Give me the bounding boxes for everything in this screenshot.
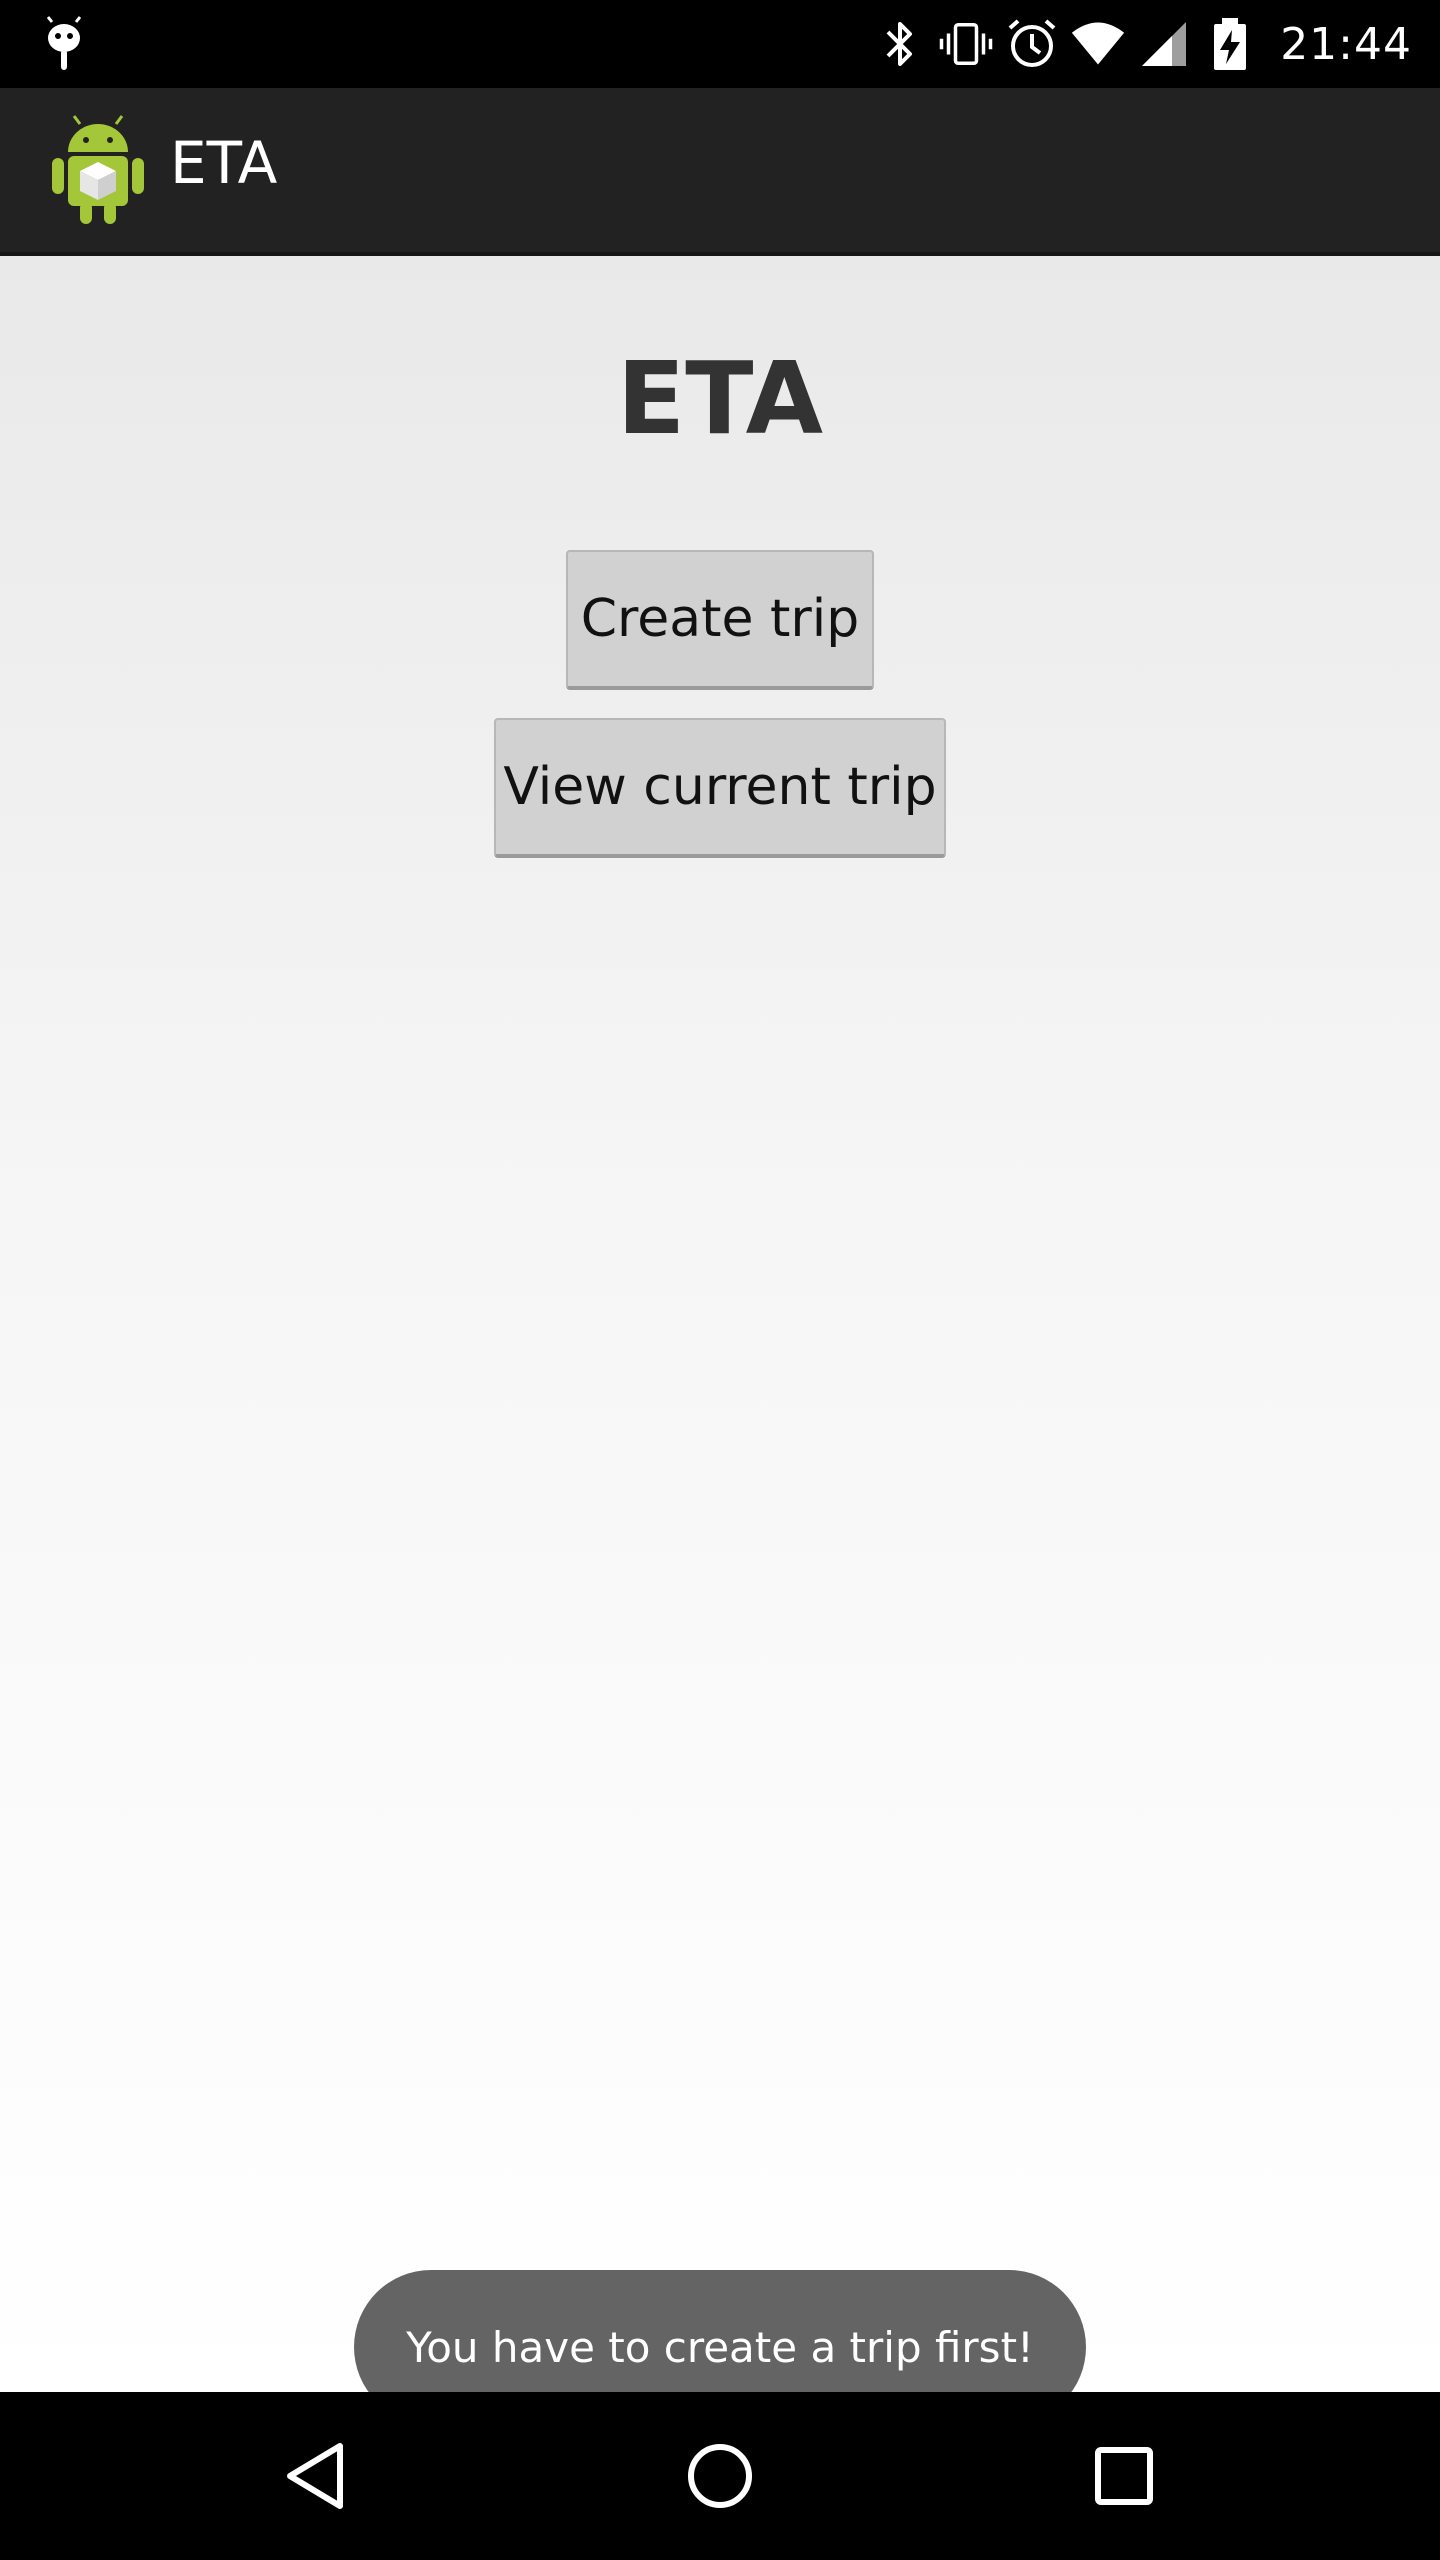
status-icons: 21:44	[862, 12, 1412, 76]
action-bar: ETA	[0, 88, 1440, 256]
create-trip-button[interactable]: Create trip	[566, 550, 874, 690]
view-current-trip-button[interactable]: View current trip	[494, 718, 946, 858]
signal-icon	[1136, 16, 1192, 72]
wifi-icon	[1070, 16, 1126, 72]
app-title: ETA	[170, 129, 278, 197]
screen: 21:44 ETA ETA Create trip View current t…	[0, 0, 1440, 2560]
navigation-bar	[0, 2392, 1440, 2560]
alarm-icon	[1004, 16, 1060, 72]
page-heading: ETA	[616, 340, 824, 457]
status-clock: 21:44	[1280, 18, 1412, 70]
android-app-icon[interactable]	[48, 114, 148, 226]
toast-text: You have to create a trip first!	[406, 2322, 1034, 2372]
main-content: ETA Create trip View current trip You ha…	[0, 256, 1440, 2424]
recents-icon[interactable]	[1080, 2432, 1168, 2520]
back-icon[interactable]	[272, 2432, 360, 2520]
bluetooth-icon	[872, 16, 928, 72]
status-bar: 21:44	[0, 0, 1440, 88]
android-notification-icon	[40, 16, 88, 72]
battery-charging-icon	[1202, 16, 1258, 72]
vibrate-icon	[938, 16, 994, 72]
home-icon[interactable]	[676, 2432, 764, 2520]
